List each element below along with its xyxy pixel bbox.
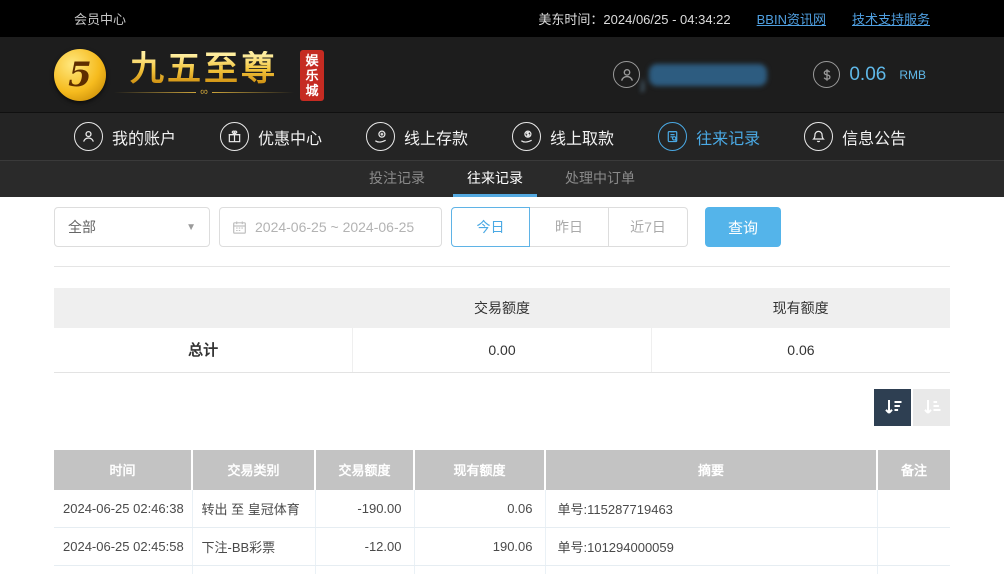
sort-ascending-icon xyxy=(923,400,940,414)
us-eastern-time: 美东时间：2024/06/25 - 04:34:22 xyxy=(538,12,731,27)
nav-my-account[interactable]: 我的账户 xyxy=(74,122,176,151)
cell-type: 转出 至 皇冠体育 xyxy=(191,489,315,528)
header-time: 时间 xyxy=(54,449,192,490)
tab-betting-records[interactable]: 投注记录 xyxy=(355,161,439,197)
yesterday-button[interactable]: 昨日 xyxy=(530,207,609,247)
header-remark: 备注 xyxy=(876,449,950,490)
withdraw-icon xyxy=(512,122,542,151)
member-center-label: 会员中心 xyxy=(74,12,127,27)
cell-time: 2024-06-25 02:46:38 xyxy=(54,489,192,528)
nav-label: 信息公告 xyxy=(842,130,907,148)
summary-header-transaction-amount: 交易额度 xyxy=(352,288,652,328)
summary-header-empty xyxy=(54,288,353,328)
cell-summary: 单号:101294000059 xyxy=(544,527,877,566)
header-type: 交易类别 xyxy=(191,449,315,490)
divider xyxy=(54,266,950,267)
logo-title: 九五至尊 xyxy=(130,48,278,89)
sub-nav: 投注记录 往来记录 处理中订单 xyxy=(0,160,1004,197)
cell-summary: 单号:115287719463 xyxy=(544,489,877,528)
table-row-clipped xyxy=(54,565,950,574)
chevron-down-icon: ▼ xyxy=(186,221,196,233)
table-row: 2024-06-25 02:45:58 下注-BB彩票 -12.00 190.0… xyxy=(54,527,950,566)
main-nav: 我的账户 优惠中心 线上存款 线上取款 往来记录 信息公告 xyxy=(0,112,1004,160)
nav-label: 线上取款 xyxy=(550,130,615,148)
nav-label: 优惠中心 xyxy=(258,130,323,148)
gift-icon xyxy=(220,122,250,151)
tech-support-link[interactable]: 技术支持服务 xyxy=(852,9,930,28)
balance-currency: RMB xyxy=(899,67,926,82)
category-selected-value: 全部 xyxy=(68,219,96,235)
total-transaction-amount: 0.00 xyxy=(352,328,652,373)
cell-remark xyxy=(876,527,950,566)
cell-balance: 0.06 xyxy=(413,489,545,528)
records-header-row: 时间 交易类别 交易额度 现有额度 摘要 备注 xyxy=(54,449,950,490)
summary-header-current-amount: 现有额度 xyxy=(651,288,950,328)
calendar-icon xyxy=(233,221,246,234)
records-icon xyxy=(658,122,688,151)
logo-coin-icon: 5 xyxy=(54,48,106,101)
tab-processing-orders[interactable]: 处理中订单 xyxy=(551,161,649,197)
user-icon xyxy=(74,122,103,151)
last7days-button[interactable]: 近7日 xyxy=(609,207,688,247)
header-amount: 交易额度 xyxy=(314,449,414,490)
category-select[interactable]: 全部 ▼ xyxy=(54,207,210,247)
quick-date-button-group: 今日 昨日 近7日 xyxy=(451,207,688,247)
sort-controls xyxy=(54,388,950,426)
cell-balance: 190.06 xyxy=(413,527,545,566)
filter-row: 全部 ▼ 2024-06-25 ~ 2024-06-25 今日 昨日 近7日 查… xyxy=(54,207,950,247)
bell-icon xyxy=(804,122,834,151)
header-summary: 摘要 xyxy=(544,449,877,490)
balance-display[interactable]: 0.06 RMB xyxy=(813,61,926,88)
table-row: 2024-06-25 02:46:38 转出 至 皇冠体育 -190.00 0.… xyxy=(54,489,950,528)
site-logo[interactable]: 5 九五至尊 ∞ 娱乐城 xyxy=(54,48,324,101)
date-range-input[interactable]: 2024-06-25 ~ 2024-06-25 xyxy=(219,207,442,247)
total-current-amount: 0.06 xyxy=(650,328,950,373)
top-bar: 会员中心 美东时间：2024/06/25 - 04:34:22 BBIN资讯网 … xyxy=(0,0,1004,37)
cell-remark xyxy=(876,489,950,528)
cell-amount: -12.00 xyxy=(314,527,414,566)
header-balance: 现有额度 xyxy=(413,449,545,490)
total-label: 总计 xyxy=(54,328,353,373)
nav-online-deposit[interactable]: 线上存款 xyxy=(366,122,468,151)
logo-badge: 娱乐城 xyxy=(300,50,324,101)
date-range-value: 2024-06-25 ~ 2024-06-25 xyxy=(255,219,415,235)
sort-descending-icon xyxy=(884,400,901,414)
nav-promotions[interactable]: 优惠中心 xyxy=(220,122,322,151)
user-avatar-icon xyxy=(613,61,641,88)
username-blurred: j xyxy=(641,63,768,92)
cell-time: 2024-06-25 02:45:58 xyxy=(54,527,192,566)
summary-table: 交易额度 现有额度 总计 0.00 0.06 xyxy=(54,288,950,373)
today-button[interactable]: 今日 xyxy=(451,207,530,247)
nav-online-withdraw[interactable]: 线上取款 xyxy=(512,122,614,151)
dollar-icon xyxy=(813,61,841,88)
query-button[interactable]: 查询 xyxy=(705,207,781,247)
sort-descending-button[interactable] xyxy=(874,388,911,426)
user-account[interactable]: j xyxy=(613,61,768,92)
nav-label: 往来记录 xyxy=(696,130,761,148)
sort-ascending-button[interactable] xyxy=(913,388,950,426)
nav-label: 我的账户 xyxy=(112,130,177,148)
cell-type: 下注-BB彩票 xyxy=(191,527,315,566)
summary-total-row: 总计 0.00 0.06 xyxy=(54,328,950,373)
nav-announcements[interactable]: 信息公告 xyxy=(804,122,906,151)
tab-transaction-records[interactable]: 往来记录 xyxy=(453,161,537,197)
bbin-info-link[interactable]: BBIN资讯网 xyxy=(757,9,826,28)
deposit-icon xyxy=(366,122,396,151)
balance-amount: 0.06 xyxy=(849,63,887,85)
records-table: 时间 交易类别 交易额度 现有额度 摘要 备注 2024-06-25 02:46… xyxy=(54,449,950,574)
nav-transaction-records[interactable]: 往来记录 xyxy=(658,122,760,151)
site-header: 5 九五至尊 ∞ 娱乐城 j 0.06 RMB xyxy=(0,37,1004,112)
nav-label: 线上存款 xyxy=(404,130,469,148)
cell-amount: -190.00 xyxy=(314,489,414,528)
logo-flourish: ∞ xyxy=(114,86,294,98)
